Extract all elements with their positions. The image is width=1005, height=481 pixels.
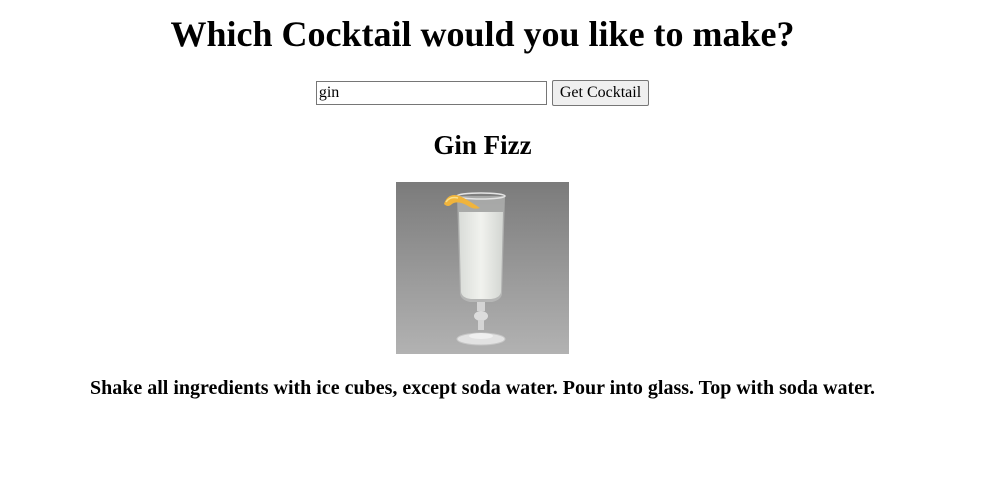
get-cocktail-button[interactable]: Get Cocktail [551,80,650,106]
cocktail-instructions: Shake all ingredients with ice cubes, ex… [89,377,876,399]
cocktail-search-input[interactable] [315,81,547,105]
page: Which Cocktail would you like to make? G… [0,0,965,401]
page-title: Which Cocktail would you like to make? [170,14,795,54]
cocktail-photo-wrap [0,182,965,354]
cocktail-photo [396,182,569,354]
cocktail-name: Gin Fizz [433,130,532,160]
search-row: Get Cocktail [0,79,965,107]
